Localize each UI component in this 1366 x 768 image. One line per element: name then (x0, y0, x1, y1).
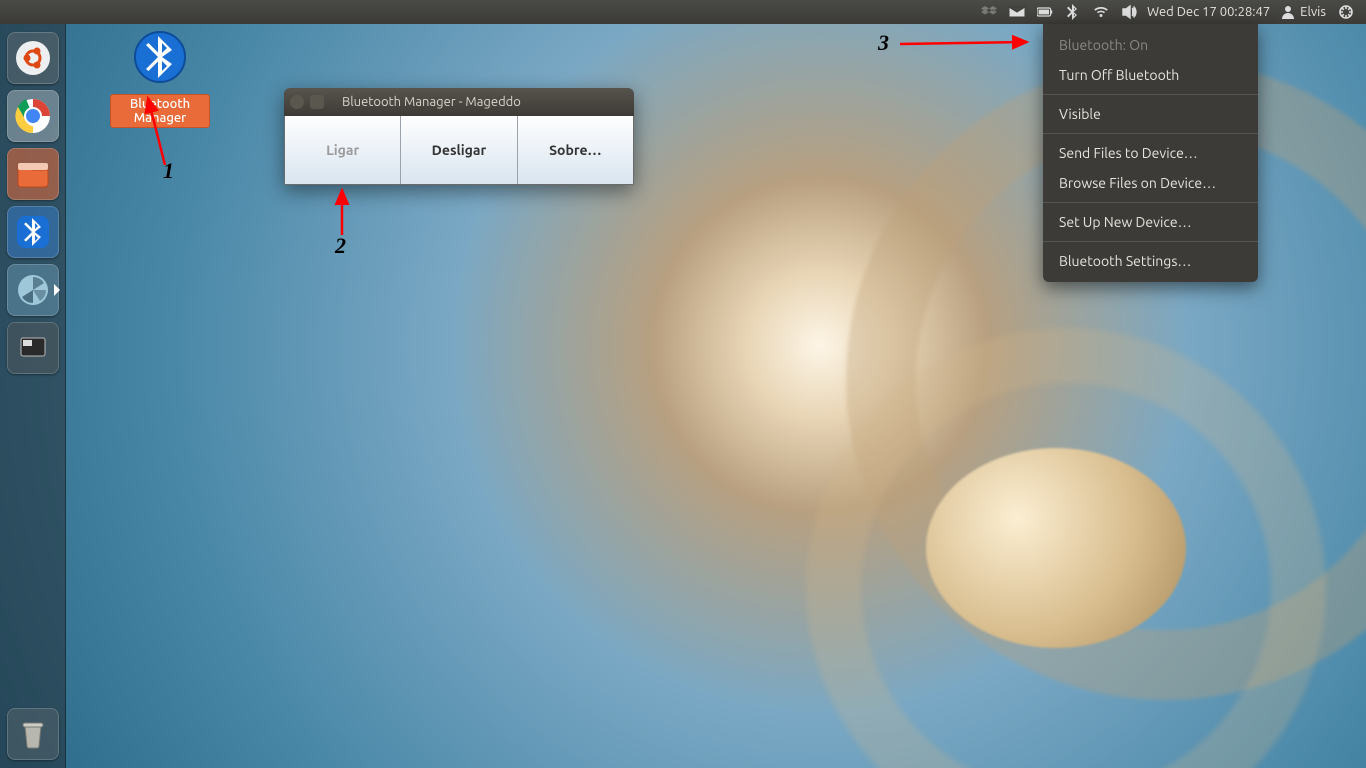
unity-launcher (0, 24, 66, 768)
menu-browse-files[interactable]: Browse Files on Device… (1043, 168, 1258, 198)
launcher-files[interactable] (7, 148, 59, 200)
annotation-arrow-3 (895, 34, 1035, 54)
bluetooth-icon (133, 30, 187, 84)
messages-indicator-icon[interactable] (1003, 0, 1031, 24)
battery-indicator-icon[interactable] (1031, 0, 1059, 24)
sound-indicator-icon[interactable] (1115, 0, 1143, 24)
launcher-workspace-switcher[interactable] (7, 322, 59, 374)
wallpaper-decor (926, 448, 1186, 648)
menu-send-files[interactable]: Send Files to Device… (1043, 138, 1258, 168)
menu-separator (1043, 94, 1258, 95)
menu-setup-device[interactable]: Set Up New Device… (1043, 207, 1258, 237)
dropbox-indicator-icon[interactable] (975, 0, 1003, 24)
window-minimize-icon[interactable] (310, 95, 324, 109)
menu-separator (1043, 241, 1258, 242)
annotation-number-3: 3 (878, 30, 889, 56)
desktop-icon-bluetooth-manager[interactable]: Bluetooth Manager (110, 30, 210, 128)
username-label: Elvis (1300, 5, 1326, 19)
user-indicator[interactable]: Elvis (1274, 0, 1332, 24)
menu-bt-status: Bluetooth: On (1043, 30, 1258, 60)
ligar-button: Ligar (285, 116, 401, 184)
launcher-dash[interactable] (7, 32, 59, 84)
launcher-chrome[interactable] (7, 90, 59, 142)
sobre-button[interactable]: Sobre… (518, 116, 633, 184)
session-indicator-icon[interactable] (1332, 0, 1360, 24)
desligar-button[interactable]: Desligar (401, 116, 517, 184)
launcher-shutter[interactable] (7, 264, 59, 316)
window-title: Bluetooth Manager - Mageddo (342, 95, 521, 109)
desktop-icon-label: Bluetooth Manager (110, 94, 210, 128)
top-panel: Wed Dec 17 00:28:47 Elvis (0, 0, 1366, 24)
menu-separator (1043, 202, 1258, 203)
annotation-number-2: 2 (335, 233, 346, 259)
bluetooth-manager-window: Bluetooth Manager - Mageddo Ligar Deslig… (284, 88, 634, 185)
annotation-number-1: 1 (163, 158, 174, 184)
bluetooth-indicator-menu: Bluetooth: On Turn Off Bluetooth Visible… (1043, 24, 1258, 282)
clock-indicator[interactable]: Wed Dec 17 00:28:47 (1143, 0, 1274, 24)
launcher-trash[interactable] (7, 708, 59, 760)
bluetooth-indicator-icon[interactable] (1059, 0, 1087, 24)
menu-separator (1043, 133, 1258, 134)
menu-bt-settings[interactable]: Bluetooth Settings… (1043, 246, 1258, 276)
menu-visible[interactable]: Visible (1043, 99, 1258, 129)
launcher-bluetooth[interactable] (7, 206, 59, 258)
menu-turn-off-bluetooth[interactable]: Turn Off Bluetooth (1043, 60, 1258, 90)
window-body: Ligar Desligar Sobre… (284, 116, 634, 185)
annotation-arrow-2 (330, 185, 360, 240)
window-titlebar[interactable]: Bluetooth Manager - Mageddo (284, 88, 634, 116)
network-indicator-icon[interactable] (1087, 0, 1115, 24)
window-close-icon[interactable] (290, 95, 304, 109)
